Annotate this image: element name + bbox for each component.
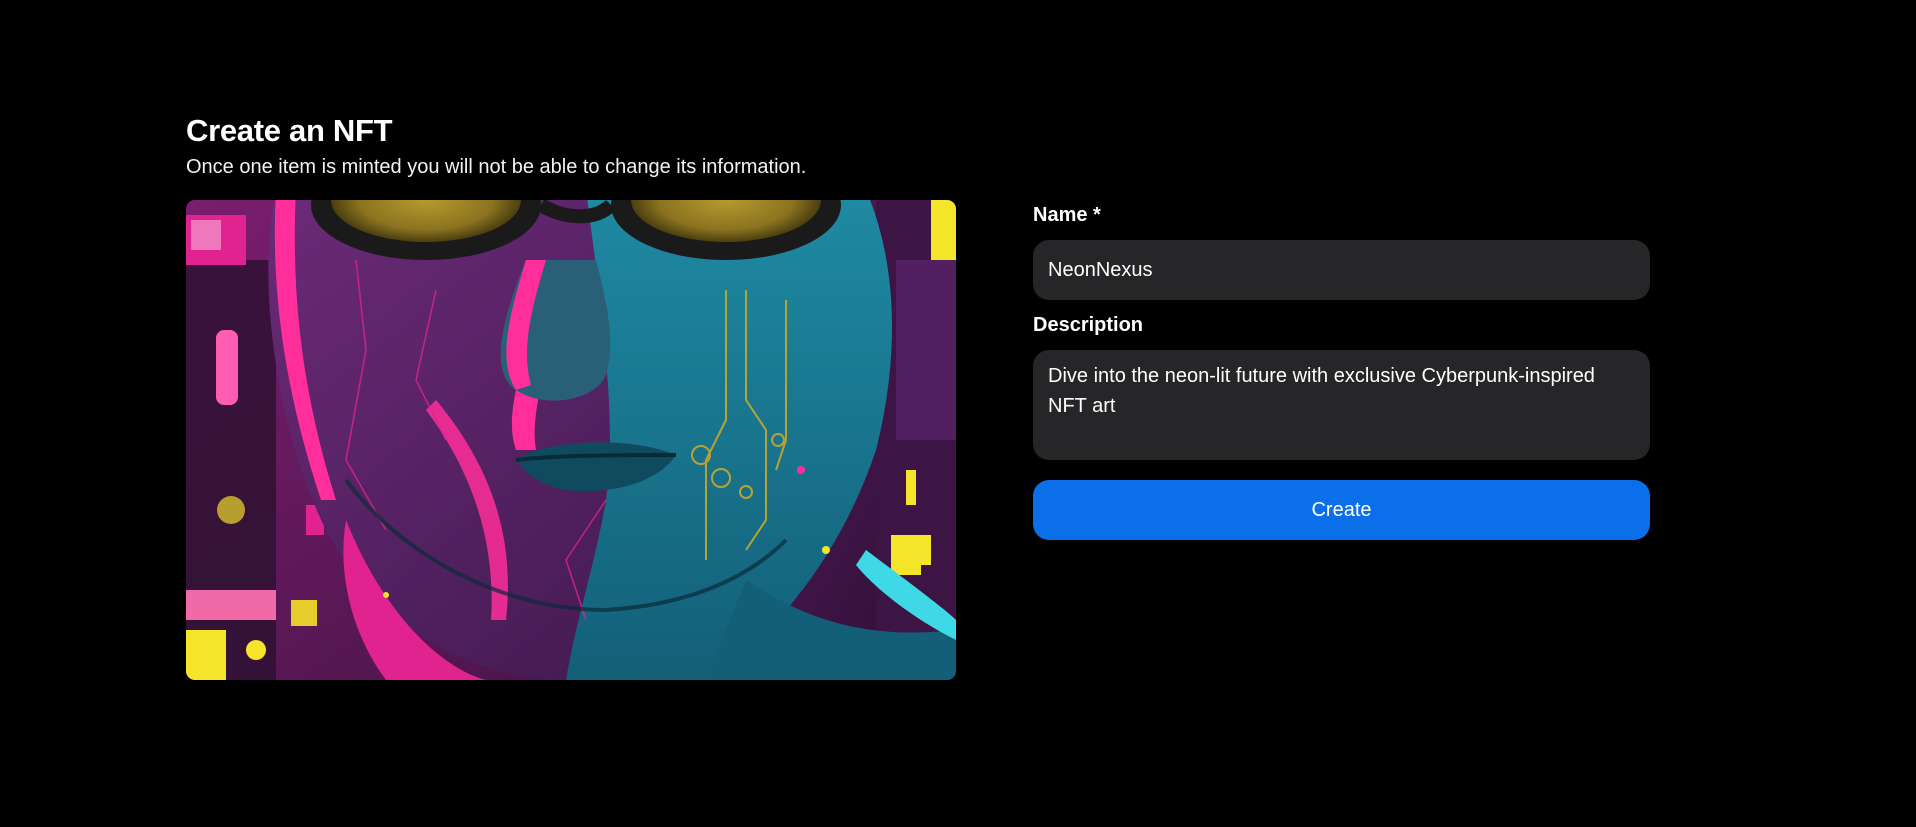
create-nft-form: Name * NeonNexus Description Dive into t… [1033, 200, 1650, 540]
create-button[interactable]: Create [1033, 480, 1650, 540]
nft-artwork-image [186, 200, 956, 680]
page-subtitle: Once one item is minted you will not be … [186, 156, 807, 178]
page-title: Create an NFT [186, 113, 393, 148]
description-label: Description [1033, 314, 1144, 336]
artwork-illustration [186, 200, 956, 680]
create-nft-page: Create an NFT Once one item is minted yo… [0, 0, 1916, 827]
page-header: Create an NFT Once one item is minted yo… [186, 110, 1086, 182]
name-label: Name * [1033, 204, 1101, 226]
description-textarea[interactable]: Dive into the neon-lit future with exclu… [1033, 350, 1650, 460]
name-input[interactable]: NeonNexus [1033, 240, 1650, 300]
